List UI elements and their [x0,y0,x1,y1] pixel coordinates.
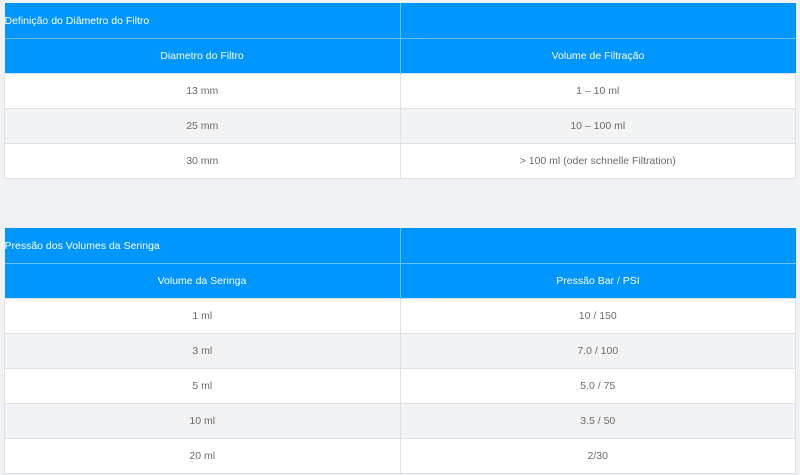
table-cell: 30 mm [4,143,401,179]
table-row: 25 mm 10 – 100 ml [4,108,796,144]
table-header-row: Diametro do Filtro Volume de Filtração [4,38,796,74]
table-cell: 10 / 150 [400,298,796,334]
table-cell: 25 mm [4,108,401,144]
table-cell: 5 ml [4,368,401,404]
table-title: Definição do Diâmetro do Filtro [4,3,401,39]
page: Definição do Diâmetro do Filtro Diametro… [0,0,800,475]
table-row: 5 ml 5.0 / 75 [4,368,796,404]
table-cell: 2/30 [400,438,796,474]
table-row: 1 ml 10 / 150 [4,298,796,334]
table-cell: 7.0 / 100 [400,333,796,369]
table-row: 20 ml 2/30 [4,438,796,474]
table-cell: 10 ml [4,403,401,439]
column-header-syringe-volume: Volume da Seringa [4,263,401,299]
table-row: 3 ml 7.0 / 100 [4,333,796,369]
table-cell: 13 mm [4,73,401,109]
column-header-filtration-volume: Volume de Filtração [400,38,796,74]
table-header-row: Volume da Seringa Pressão Bar / PSI [4,263,796,299]
table-cell: 3.5 / 50 [400,403,796,439]
syringe-pressure-table: Pressão dos Volumes da Seringa Volume da… [4,228,796,474]
table-title-row: Pressão dos Volumes da Seringa [4,228,796,264]
table-title-empty-cell [400,228,796,264]
table-row: 30 mm > 100 ml (oder schnelle Filtration… [4,143,796,179]
table-cell: 10 – 100 ml [400,108,796,144]
table-title: Pressão dos Volumes da Seringa [4,228,401,264]
table-cell: 20 ml [4,438,401,474]
table-row: 13 mm 1 – 10 ml [4,73,796,109]
table-cell: 3 ml [4,333,401,369]
column-header-filter-diameter: Diametro do Filtro [4,38,401,74]
column-header-pressure: Pressão Bar / PSI [400,263,796,299]
filter-diameter-table: Definição do Diâmetro do Filtro Diametro… [4,3,796,179]
table-cell: 1 – 10 ml [400,73,796,109]
table-title-empty-cell [400,3,796,39]
table-row: 10 ml 3.5 / 50 [4,403,796,439]
table-title-row: Definição do Diâmetro do Filtro [4,3,796,39]
table-cell: > 100 ml (oder schnelle Filtration) [400,143,796,179]
table-cell: 1 ml [4,298,401,334]
table-cell: 5.0 / 75 [400,368,796,404]
